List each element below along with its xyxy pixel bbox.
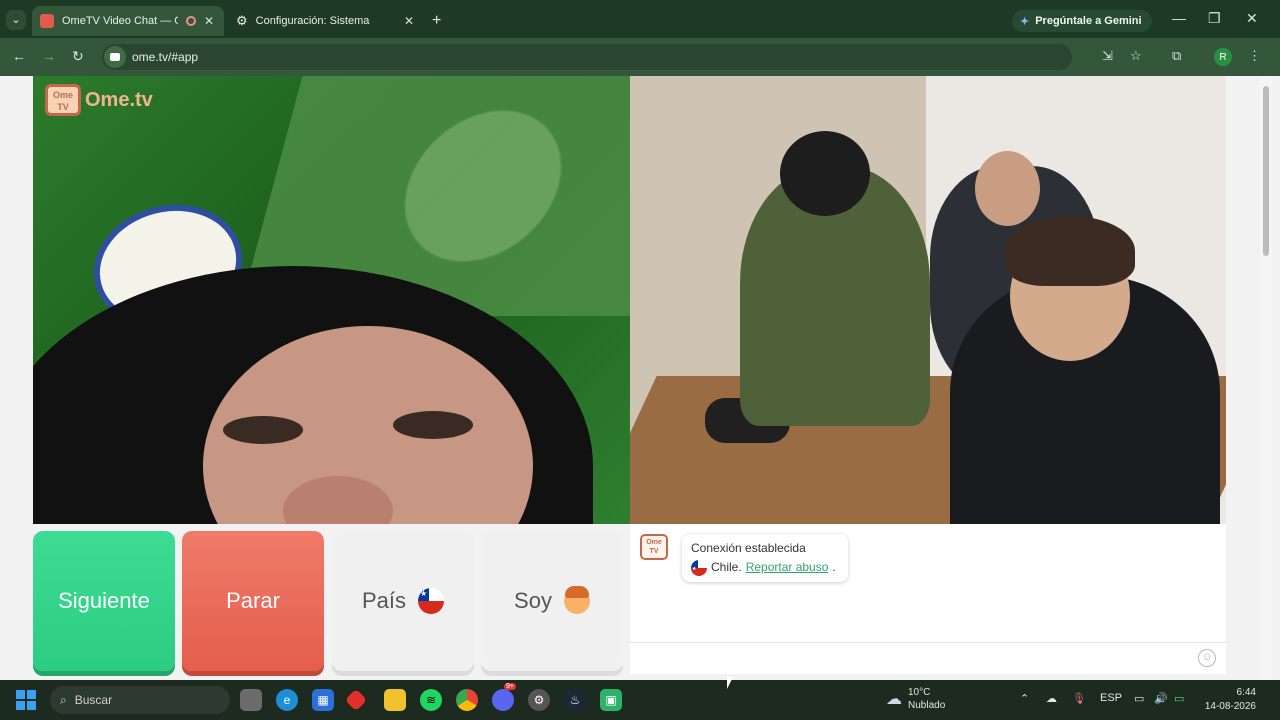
discord-icon[interactable]: 9+	[492, 683, 516, 711]
person-right-hair	[1005, 216, 1135, 286]
tab-ometv[interactable]: OmeTV Video Chat — Ome ✕	[32, 6, 224, 36]
forward-icon[interactable]: →	[42, 48, 56, 64]
steam-icon[interactable]: ♨	[564, 689, 586, 711]
restore-icon[interactable]: ❐	[1208, 10, 1221, 27]
onedrive-icon[interactable]: ☁	[1046, 692, 1057, 705]
clock-date: 14-08-2026	[1204, 701, 1256, 712]
display-icon[interactable]: ▭	[1134, 692, 1144, 705]
boy-emoji-icon	[563, 586, 590, 614]
country-name: Chile.	[711, 560, 742, 574]
next-button[interactable]: Siguiente	[33, 531, 175, 671]
volume-icon[interactable]: 🔊	[1154, 692, 1168, 705]
weather-widget[interactable]: ☁ 10°C Nublado	[886, 686, 945, 712]
search-icon: ⌕	[60, 692, 67, 707]
country-button[interactable]: País ★	[332, 531, 474, 671]
edge-icon[interactable]: e	[276, 689, 298, 711]
gear-icon: ⚙	[236, 13, 248, 28]
task-view-icon[interactable]	[240, 689, 262, 711]
status-message: Conexión establecida	[691, 541, 806, 555]
tab-label: Configuración: Sistema	[255, 15, 370, 27]
file-explorer-icon[interactable]	[384, 689, 406, 711]
chat-panel: Ome TV Conexión establecida ★ Chile. Rep…	[630, 524, 1226, 674]
weather-temp: 10°C	[908, 687, 931, 698]
chrome-icon[interactable]	[456, 689, 478, 711]
tray-chevron-icon[interactable]: ⌃	[1020, 692, 1029, 705]
remote-video	[630, 76, 1226, 524]
logo-text: Ome.tv	[85, 88, 153, 111]
profile-avatar[interactable]: R	[1214, 48, 1232, 66]
tab-label: OmeTV Video Chat — Ome	[62, 15, 178, 27]
stop-label: Parar	[226, 588, 280, 613]
scrollbar-thumb[interactable]	[1263, 86, 1269, 256]
tab-search-menu[interactable]: ⌄	[6, 10, 26, 30]
search-placeholder: Buscar	[74, 693, 113, 707]
language-indicator[interactable]: ESP	[1100, 692, 1122, 704]
ometv-logo: Ome TV Ome.tv	[45, 84, 153, 116]
browser-menu-icon[interactable]: ⋮	[1248, 48, 1261, 64]
back-icon[interactable]: ←	[12, 48, 26, 64]
windows-taskbar: ⌕ Buscar e ▦ ≋ 9+ ⚙ ♨ ▣ ☁ 10°C Nublado ⌃…	[0, 680, 1280, 720]
taskbar-search[interactable]: ⌕ Buscar	[50, 686, 230, 714]
browser-tab-strip: ⌄ OmeTV Video Chat — Ome ✕ ⚙ Configuraci…	[0, 0, 1280, 38]
chat-logo-icon: Ome TV	[640, 534, 668, 560]
mouse-cursor-icon	[727, 677, 733, 689]
windows-start-icon[interactable]	[16, 690, 36, 710]
eye-shape	[393, 411, 473, 439]
install-app-icon[interactable]: ⇲	[1102, 48, 1113, 64]
person-left-beanie	[780, 131, 870, 216]
window-close-icon[interactable]: ✕	[1246, 10, 1258, 27]
country-label: País	[361, 588, 407, 613]
chile-flag-icon: ★	[418, 588, 445, 614]
ometv-app: Ome TV Ome.tv Siguiente Parar País ★ Soy…	[0, 76, 1280, 680]
report-abuse-link[interactable]: Reportar abuso	[746, 558, 829, 577]
battery-icon[interactable]: ▭	[1174, 692, 1184, 705]
reload-icon[interactable]: ↻	[72, 48, 84, 65]
tab-settings[interactable]: ⚙ Configuración: Sistema ✕	[228, 6, 424, 36]
chile-flag-icon: ★	[691, 559, 707, 576]
gemini-sparkle-icon: ✦	[1020, 15, 1030, 28]
page-scrollbar[interactable]	[1260, 76, 1272, 680]
recording-icon	[186, 16, 196, 26]
app-red-icon[interactable]	[344, 688, 368, 712]
gemini-label: Pregúntale a Gemini	[1035, 15, 1142, 27]
new-tab-icon[interactable]: +	[432, 12, 441, 30]
cloud-icon: ☁	[886, 690, 902, 708]
clock-time: 6:44	[1236, 687, 1256, 698]
system-clock[interactable]: 6:44 14-08-2026	[1205, 686, 1256, 714]
system-message: Conexión establecida ★ Chile. Reportar a…	[682, 534, 848, 582]
report-suffix: .	[832, 560, 836, 574]
logo-box: Ome TV	[45, 84, 81, 116]
emoji-icon[interactable]: ☺	[1198, 649, 1216, 667]
bookmark-star-icon[interactable]: ☆	[1130, 48, 1142, 64]
spotify-icon[interactable]: ≋	[420, 689, 442, 711]
gender-button[interactable]: Soy	[481, 531, 623, 671]
extensions-icon[interactable]: ⧉	[1172, 48, 1181, 64]
settings-gear-icon[interactable]: ⚙	[528, 689, 550, 711]
eye-shape	[223, 416, 303, 444]
local-video: Ome TV Ome.tv	[33, 76, 630, 524]
chat-input[interactable]: ☺	[630, 642, 1226, 672]
url-text: ome.tv/#app	[132, 50, 199, 64]
ometv-favicon-icon	[40, 14, 54, 28]
app-green-icon[interactable]: ▣	[600, 689, 622, 711]
store-icon[interactable]: ▦	[312, 689, 334, 711]
close-tab-icon[interactable]: ✕	[204, 14, 214, 28]
minimize-icon[interactable]: —	[1172, 10, 1186, 26]
weather-desc: Nublado	[908, 700, 946, 711]
gemini-button[interactable]: ✦ Pregúntale a Gemini	[1012, 10, 1152, 32]
stop-button[interactable]: Parar	[182, 531, 324, 671]
close-tab-icon[interactable]: ✕	[404, 14, 414, 28]
camera-in-use-icon[interactable]	[104, 46, 126, 68]
discord-badge: 9+	[504, 683, 516, 690]
person-back-head	[975, 151, 1040, 226]
next-label: Siguiente	[58, 588, 150, 613]
browser-toolbar: ← → ↻ ome.tv/#app ⇲ ☆ ⧉ R ⋮	[0, 38, 1280, 76]
microphone-icon[interactable]: 🎙	[1072, 692, 1086, 705]
gender-label: Soy	[514, 588, 552, 613]
address-bar[interactable]: ome.tv/#app	[102, 44, 1072, 70]
